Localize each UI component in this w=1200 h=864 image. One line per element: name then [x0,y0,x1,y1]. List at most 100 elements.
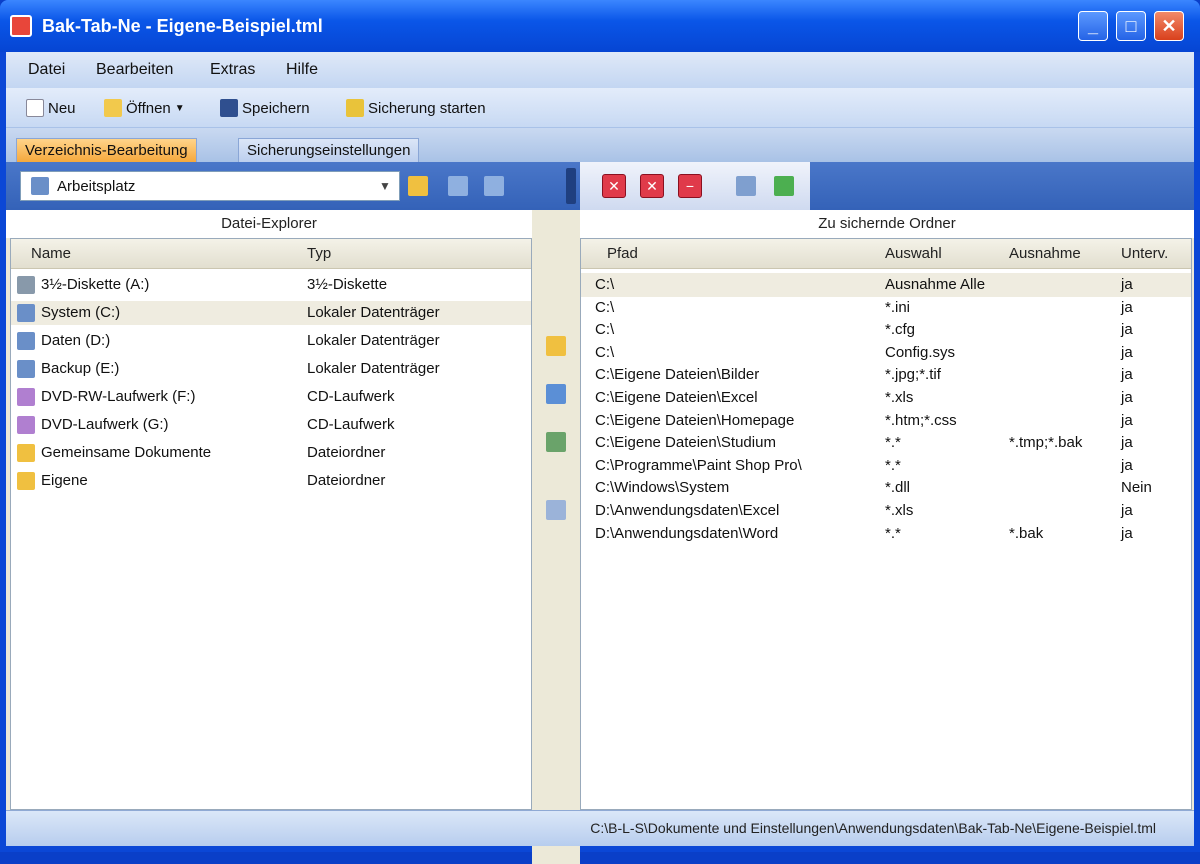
save-disk-icon [220,99,238,117]
remove-icon[interactable]: − [678,174,702,198]
left-column-header: Name Typ [11,239,531,269]
close-button[interactable]: ✕ [1154,11,1184,41]
open-button[interactable]: Öffnen ▼ [104,94,185,122]
right-column-header: Pfad Auswahl Ausnahme Unterv. [581,239,1191,269]
delete-icon[interactable]: ✕ [602,174,626,198]
save-button[interactable]: Speichern [220,94,310,122]
table-row[interactable]: DVD-Laufwerk (G:) CD-Laufwerk [11,413,531,437]
table-row[interactable]: Eigene Dateiordner [11,469,531,493]
row-select: *.* [885,434,901,452]
menu-hilfe[interactable]: Hilfe [286,61,318,79]
table-row[interactable]: Backup (E:) Lokaler Datenträger [11,357,531,381]
row-select: *.xls [885,502,914,519]
table-row[interactable]: 3½-Diskette (A:) 3½-Diskette [11,273,531,297]
file-explorer-pane[interactable]: Name Typ 3½-Diskette (A:) 3½-Diskette Syst… [10,238,532,810]
row-name: Eigene [41,472,88,489]
add-selection-icon[interactable] [546,432,566,452]
table-row[interactable]: D:\Anwendungsdaten\Word *.* *.bak ja [581,522,1191,546]
check-icon[interactable] [774,176,794,196]
save-label: Speichern [242,99,310,117]
table-row[interactable]: System (C:) Lokaler Datenträger [11,301,531,325]
location-value: Arbeitsplatz [57,177,136,195]
maximize-button[interactable]: □ [1116,11,1146,41]
row-name: Gemeinsame Dokumente [41,444,212,461]
tab-verzeichnis-bearbeitung[interactable]: Verzeichnis-Bearbeitung [16,138,197,162]
row-subfolders: ja [1121,456,1133,474]
row-path: C:\ [595,276,615,293]
backup-start-icon [346,99,364,117]
client-area: Datei Bearbeiten Extras Hilfe Neu Öffnen… [6,52,1194,864]
table-row[interactable]: DVD-RW-Laufwerk (F:) CD-Laufwerk [11,385,531,409]
location-combo[interactable]: Arbeitsplatz ▼ [20,171,400,201]
table-row[interactable]: C:\Windows\System *.dll Nein [581,476,1191,500]
tab-sicherungseinstellungen[interactable]: Sicherungseinstellungen [238,138,420,162]
drive-icon [17,276,35,294]
table-row[interactable]: C:\Programme\Paint Shop Pro\ *.* ja [581,454,1191,478]
row-name: 3½-Diskette (A:) [41,276,150,293]
row-select: *.* [885,456,901,474]
delete-all-icon[interactable]: ✕ [640,174,664,198]
toolbar: Neu Öffnen ▼ Speichern Sicherung starten [6,88,1194,128]
back-arrow-icon[interactable] [448,176,468,196]
new-button[interactable]: Neu [26,94,76,122]
table-row[interactable]: C:\ *.ini ja [581,296,1191,320]
transfer-buttons [532,238,580,864]
table-row[interactable]: D:\Anwendungsdaten\Excel *.xls ja [581,499,1191,523]
chevron-down-icon[interactable]: ▼ [175,103,185,114]
folder-up-icon[interactable] [408,176,428,196]
right-pane-title: Zu sichernde Ordner [580,210,1194,238]
column-select[interactable]: Auswahl [885,245,942,262]
forward-arrow-icon[interactable] [484,176,504,196]
add-folder-icon[interactable] [546,336,566,356]
row-subfolders: ja [1121,343,1133,361]
add-file-icon[interactable] [546,384,566,404]
column-path[interactable]: Pfad [607,245,638,262]
open-folder-icon [104,99,122,117]
row-type: CD-Laufwerk [307,416,395,433]
row-path: D:\Anwendungsdaten\Excel [595,502,780,519]
table-row[interactable]: C:\ Ausnahme Alle ja [581,273,1191,297]
row-type: Lokaler Datenträger [307,360,440,377]
row-path: C:\Eigene Dateien\Bilder [595,366,760,384]
drive-icon [17,304,35,322]
menu-bearbeiten[interactable]: Bearbeiten [96,61,173,79]
column-type[interactable]: Typ [307,245,331,262]
drive-icon [17,388,35,406]
table-row[interactable]: Daten (D:) Lokaler Datenträger [11,329,531,353]
open-label: Öffnen [126,99,171,117]
table-row[interactable]: C:\ *.cfg ja [581,318,1191,342]
minimize-button[interactable]: _ [1078,11,1108,41]
row-select: *.htm;*.css [885,411,957,429]
column-subfolders[interactable]: Unterv. [1121,245,1168,262]
row-subfolders: ja [1121,411,1133,429]
drive-icon [17,444,35,462]
row-select: *.jpg;*.tif [885,366,941,384]
backup-folders-pane[interactable]: Pfad Auswahl Ausnahme Unterv. C:\ Ausnahm… [580,238,1192,810]
row-path: C:\Windows\System [595,479,730,497]
table-row[interactable]: C:\Eigene Dateien\Excel *.xls ja [581,386,1191,410]
properties-icon[interactable] [736,176,756,196]
drive-icon [17,332,35,350]
menu-datei[interactable]: Datei [28,61,65,79]
drive-icon [17,472,35,490]
start-backup-button[interactable]: Sicherung starten [346,94,486,122]
row-type: Dateiordner [307,472,386,489]
table-row[interactable]: C:\Eigene Dateien\Studium *.* *.tmp;*.bak j… [581,431,1191,455]
row-subfolders: Nein [1121,479,1152,497]
search-icon[interactable] [546,500,566,520]
row-name: Backup (E:) [41,360,120,377]
splitter-handle[interactable] [566,168,576,204]
row-select: *.cfg [885,321,916,339]
table-row[interactable]: C:\ Config.sys ja [581,341,1191,365]
column-exclude[interactable]: Ausnahme [1009,245,1081,262]
table-row[interactable]: C:\Eigene Dateien\Bilder *.jpg;*.tif ja [581,363,1191,387]
row-type: Lokaler Datenträger [307,332,440,349]
chevron-down-icon[interactable]: ▼ [375,176,395,196]
table-row[interactable]: C:\Eigene Dateien\Homepage *.htm;*.css ja [581,409,1191,433]
row-path: C:\ [595,343,615,361]
row-type: 3½-Diskette [307,276,388,293]
menu-extras[interactable]: Extras [210,61,255,79]
title-bar[interactable]: Bak-Tab-Ne - Eigene-Beispiel.tml _ □ ✕ [0,0,1200,52]
column-name[interactable]: Name [31,245,71,262]
table-row[interactable]: Gemeinsame Dokumente Dateiordner [11,441,531,465]
